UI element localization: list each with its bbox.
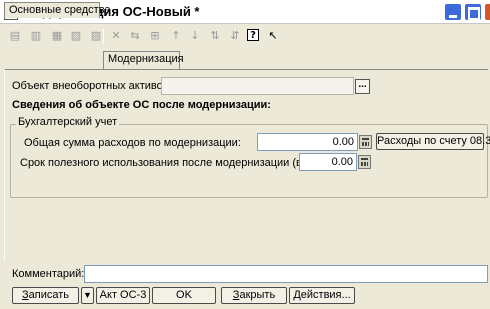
- useful-life-field[interactable]: 0.00: [299, 153, 357, 171]
- add-icon[interactable]: ▤: [8, 29, 22, 43]
- tab-fixed-assets[interactable]: Основные средства: [4, 2, 111, 18]
- print-dropdown-arrow-icon[interactable]: ▼: [81, 287, 94, 304]
- calculator-icon[interactable]: [359, 135, 372, 149]
- asset-label: Объект внеоборотных активов:: [12, 80, 172, 92]
- actions-button-label: ействия...: [300, 289, 351, 301]
- close-window-button[interactable]: [484, 3, 490, 21]
- save-button[interactable]: Записать: [12, 287, 79, 304]
- useful-life-label: Срок полезного использования после модер…: [20, 157, 337, 169]
- sort-desc-icon[interactable]: ⇵: [228, 29, 242, 43]
- copy-icon[interactable]: ▥: [29, 29, 43, 43]
- comment-field[interactable]: [84, 265, 488, 283]
- close-button-label: акрыть: [239, 289, 276, 301]
- save-button-label: аписать: [28, 289, 70, 301]
- calculator-icon[interactable]: [358, 155, 371, 169]
- toolbar-separator: [103, 29, 104, 44]
- act-os3-button[interactable]: Акт ОС-3: [96, 287, 150, 304]
- sort-asc-icon[interactable]: ⇅: [208, 29, 222, 43]
- actions-button[interactable]: Действия...: [289, 287, 355, 304]
- accounting-group-title: Бухгалтерский учет: [16, 116, 120, 128]
- whats-this-icon[interactable]: ↖: [266, 29, 280, 43]
- edit-icon[interactable]: ▧: [69, 29, 83, 43]
- help-icon[interactable]: ?: [247, 29, 259, 41]
- asset-field[interactable]: [161, 77, 354, 95]
- document-window: Модернизация ОС-Новый * ▤ ▥ ▦ ▧ ▨ ✕ ⇆ ⊞ …: [0, 0, 490, 309]
- expenses-by-account-button[interactable]: Расходы по счету 08.3: [376, 133, 490, 150]
- section-title: Сведения об объекте ОС после модернизаци…: [12, 99, 271, 111]
- actions-button-accel: Д: [293, 289, 301, 301]
- up-arrow-icon[interactable]: ↑: [169, 29, 183, 43]
- down-arrow-icon[interactable]: ↓: [188, 29, 202, 43]
- maximize-button[interactable]: [464, 3, 482, 21]
- ok-button[interactable]: OK: [152, 287, 216, 304]
- total-expenses-field[interactable]: 0.00: [257, 133, 358, 151]
- toolbar: ▤ ▥ ▦ ▧ ▨ ✕ ⇆ ⊞ ↑ ↓ ⇅ ⇵ ? ↖: [0, 26, 490, 48]
- minimize-button[interactable]: [444, 3, 462, 21]
- save-button-accel: З: [21, 289, 29, 301]
- mark-delete-icon[interactable]: ✕: [109, 29, 123, 43]
- close-button[interactable]: Закрыть: [221, 287, 287, 304]
- total-expenses-label: Общая сумма расходов по модернизации:: [24, 137, 241, 149]
- move-icon[interactable]: ⇆: [128, 29, 142, 43]
- select-asset-button[interactable]: ...: [355, 79, 370, 94]
- tab-modernization[interactable]: Модернизация: [103, 51, 184, 69]
- add-group-icon[interactable]: ▦: [50, 29, 64, 43]
- delete-icon[interactable]: ▨: [89, 29, 103, 43]
- comment-label: Комментарий:: [12, 268, 85, 280]
- hierarchy-icon[interactable]: ⊞: [148, 29, 162, 43]
